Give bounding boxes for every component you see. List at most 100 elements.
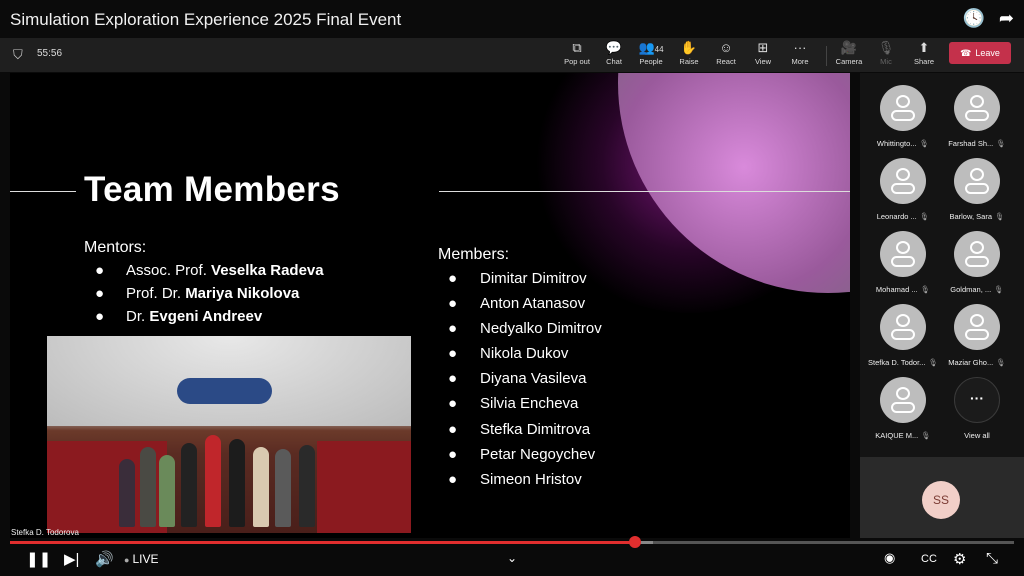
person (140, 447, 156, 527)
member-item: ● Petar Negoychev (448, 446, 596, 463)
person (299, 445, 315, 527)
mentor-item: ● Dr. Evgeni Andreev (95, 308, 263, 325)
participant-tile[interactable]: Goldman, ... 🎙 (942, 231, 1012, 294)
raise-hand-button[interactable]: ✋ Raise (669, 40, 709, 66)
captions-icon[interactable]: CC (921, 553, 937, 565)
avatar (880, 158, 926, 204)
mic-muted-icon: 🎙 (919, 212, 930, 221)
avatar (954, 304, 1000, 350)
participant-tile[interactable]: Stefka D. Todor... 🎙 (868, 304, 938, 367)
hand-icon: ✋ (680, 40, 698, 55)
video-title: Simulation Exploration Experience 2025 F… (10, 10, 402, 29)
member-item: ● Stefka Dimitrova (448, 421, 591, 438)
shared-slide: Team Members Mentors: ● Assoc. Prof. Vese… (10, 73, 850, 538)
meeting-toolbar: ⛉ 55:56 ⧉ Pop out 💬 Chat 👥44 People ✋ Ra… (0, 38, 1024, 72)
participant-tile[interactable]: Whittingto... 🎙 (868, 85, 938, 148)
more-button[interactable]: ··· More (780, 40, 820, 66)
person (159, 455, 175, 527)
participant-tile[interactable]: Farshad Sh... 🎙 (942, 85, 1012, 148)
people-count: 44 (654, 45, 664, 54)
pop-out-button[interactable]: ⧉ Pop out (557, 40, 597, 66)
presenter-caption: Stefka D. Todorova (11, 528, 79, 537)
pop-out-icon: ⧉ (572, 40, 582, 55)
avatar (954, 158, 1000, 204)
title-rule-right (439, 191, 850, 192)
avatar (880, 377, 926, 423)
person (205, 435, 221, 527)
member-item: ● Diyana Vasileva (448, 370, 587, 387)
participant-tile[interactable]: Barlow, Sara 🎙 (942, 158, 1012, 221)
autoplay-toggle-icon[interactable]: ◉ (884, 550, 895, 566)
mic-muted-icon: 🎙 (996, 358, 1006, 367)
participants-panel: Whittingto... 🎙 Farshad Sh... 🎙 Leonardo .… (860, 73, 1024, 538)
mic-muted-icon: 🎙 (921, 431, 931, 440)
react-button[interactable]: ☺ React (706, 40, 746, 66)
member-item: ● Nikola Dukov (448, 345, 569, 362)
person (181, 443, 197, 527)
share-arrow-icon[interactable]: ➦ (999, 8, 1014, 29)
mic-muted-icon: 🎙 (995, 212, 1005, 221)
avatar (880, 85, 926, 131)
people-button[interactable]: 👥44 People (631, 40, 671, 66)
pause-icon[interactable]: ❚❚ (26, 550, 51, 568)
person (253, 447, 269, 527)
title-rule-left (10, 191, 76, 192)
live-badge[interactable]: ● LIVE (124, 552, 158, 566)
clock-icon[interactable]: 🕓 (962, 8, 984, 29)
member-item: ● Silvia Encheva (448, 395, 579, 412)
progress-played (10, 541, 635, 544)
share-icon: ⬆ (918, 40, 930, 55)
members-heading: Members: (438, 246, 510, 263)
person (275, 449, 291, 527)
mentors-heading: Mentors: (84, 239, 147, 256)
self-avatar: SS (922, 481, 960, 519)
chat-icon: 💬 (605, 40, 623, 55)
slide-title: Team Members (84, 170, 340, 209)
next-icon[interactable]: ▶| (64, 550, 79, 568)
avatar (880, 304, 926, 350)
view-all-button[interactable]: ··· View all (942, 377, 1012, 440)
mic-muted-icon: 🎙 (996, 139, 1006, 148)
participant-tile[interactable]: Mohamad ... 🎙 (868, 231, 938, 294)
red-seats-right (317, 441, 411, 533)
gear-icon[interactable]: ⚙ (953, 550, 966, 568)
video-title-bar: Simulation Exploration Experience 2025 F… (0, 0, 1024, 38)
shield-icon: ⛉ (13, 47, 23, 62)
mic-muted-icon: 🎙 (920, 285, 931, 294)
avatar (954, 85, 1000, 131)
member-item: ● Simeon Hristov (448, 471, 582, 488)
mic-off-icon: 🎙 (877, 40, 895, 55)
camera-off-icon: 🎥 (840, 40, 858, 55)
avatar (880, 231, 926, 277)
member-item: ● Dimitar Dimitrov (448, 270, 587, 287)
camera-button[interactable]: 🎥 Camera (829, 40, 869, 66)
self-video-tile: SS (860, 457, 1024, 538)
progress-scrubber[interactable] (629, 536, 641, 548)
toolbar-divider (826, 46, 827, 66)
mic-button[interactable]: 🎙 Mic (866, 40, 906, 66)
meeting-timer: 55:56 (37, 48, 63, 59)
member-item: ● Nedyalko Dimitrov (448, 320, 602, 337)
team-photo (47, 336, 411, 533)
volume-icon[interactable]: 🔊 (95, 550, 114, 568)
avatar (954, 231, 1000, 277)
view-button[interactable]: ⊞ View (743, 40, 783, 66)
people-icon: 👥44 (638, 40, 664, 55)
mentor-item: ● Assoc. Prof. Veselka Radeva (95, 262, 324, 279)
person (119, 459, 135, 527)
phone-hangup-icon: ☎ (960, 47, 972, 58)
mic-muted-icon: 🎙 (994, 285, 1004, 294)
chevron-down-icon[interactable]: ⌄ (507, 551, 517, 565)
planetarium-projector (177, 378, 272, 404)
share-button[interactable]: ⬆ Share (904, 40, 944, 66)
exit-fullscreen-icon[interactable]: ⤡ (986, 550, 998, 567)
participant-tile[interactable]: Leonardo ... 🎙 (868, 158, 938, 221)
person (229, 439, 245, 527)
chat-button[interactable]: 💬 Chat (594, 40, 634, 66)
grid-icon: ⊞ (757, 40, 769, 55)
participant-tile[interactable]: Maziar Gho... 🎙 (942, 304, 1012, 367)
member-item: ● Anton Atanasov (448, 295, 586, 312)
mentor-item: ● Prof. Dr. Mariya Nikolova (95, 285, 300, 302)
leave-button[interactable]: ☎ Leave (949, 42, 1011, 64)
participant-tile[interactable]: KAIQUE M... 🎙 (868, 377, 938, 440)
